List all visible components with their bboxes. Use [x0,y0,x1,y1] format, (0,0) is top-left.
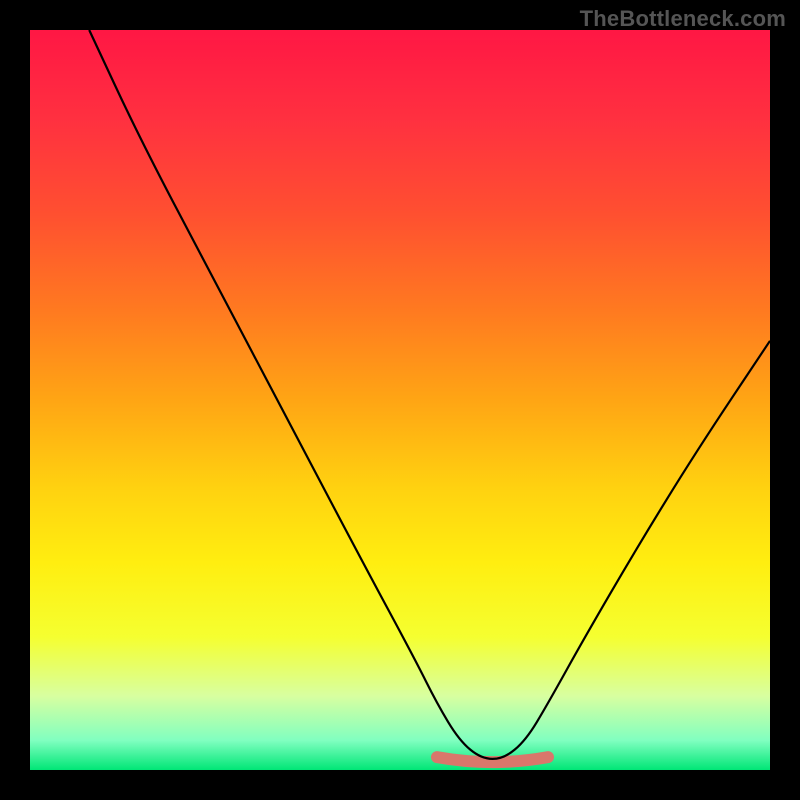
chart-container: { "watermark": "TheBottleneck.com", "cha… [0,0,800,800]
watermark-label: TheBottleneck.com [580,6,786,32]
bottleneck-chart [0,0,800,800]
